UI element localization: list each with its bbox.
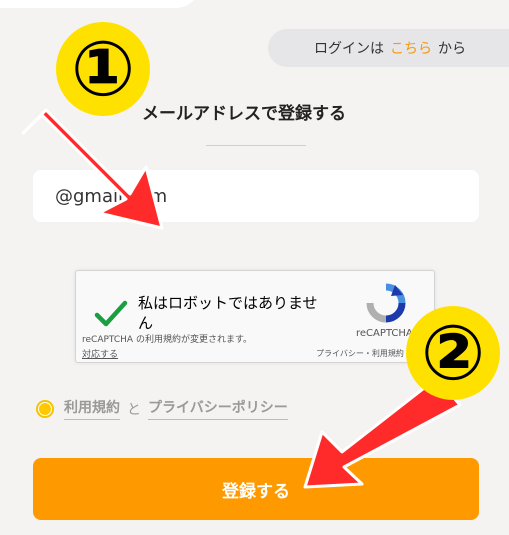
recaptcha-widget: 私はロボットではありません reCAPTCHA の利用規約が変更されます。 対応… xyxy=(75,270,435,363)
step-1-badge: ① xyxy=(56,22,150,116)
terms-and-text: と xyxy=(127,401,141,418)
heading-divider xyxy=(206,145,306,146)
recaptcha-brand: reCAPTCHA xyxy=(356,328,413,339)
register-button[interactable]: 登録する xyxy=(33,458,479,520)
radio-dot-icon xyxy=(39,402,51,415)
terms-link[interactable]: 利用規約 xyxy=(64,397,120,420)
terms-agreement: 利用規約 と プライバシーポリシー xyxy=(36,397,288,420)
terms-radio[interactable] xyxy=(36,399,54,418)
login-prompt: ログインは こちら から xyxy=(268,29,509,67)
top-tab xyxy=(0,0,200,8)
recaptcha-privacy[interactable]: プライバシー・利用規約 xyxy=(316,348,404,359)
recaptcha-respond-link[interactable]: 対応する xyxy=(82,347,118,360)
login-prompt-suffix: から xyxy=(438,41,466,57)
email-field[interactable] xyxy=(33,170,479,222)
recaptcha-label: 私はロボットではありません xyxy=(138,294,318,332)
recaptcha-notice: reCAPTCHA の利用規約が変更されます。 xyxy=(82,335,253,345)
recaptcha-logo-icon xyxy=(366,283,406,323)
checkmark-icon[interactable] xyxy=(94,299,128,329)
form-heading: メールアドレスで登録する xyxy=(142,104,346,124)
login-prompt-prefix: ログインは xyxy=(314,41,384,57)
privacy-policy-link[interactable]: プライバシーポリシー xyxy=(148,397,288,420)
login-link[interactable]: こちら xyxy=(390,38,432,58)
step-2-badge: ② xyxy=(406,306,500,400)
